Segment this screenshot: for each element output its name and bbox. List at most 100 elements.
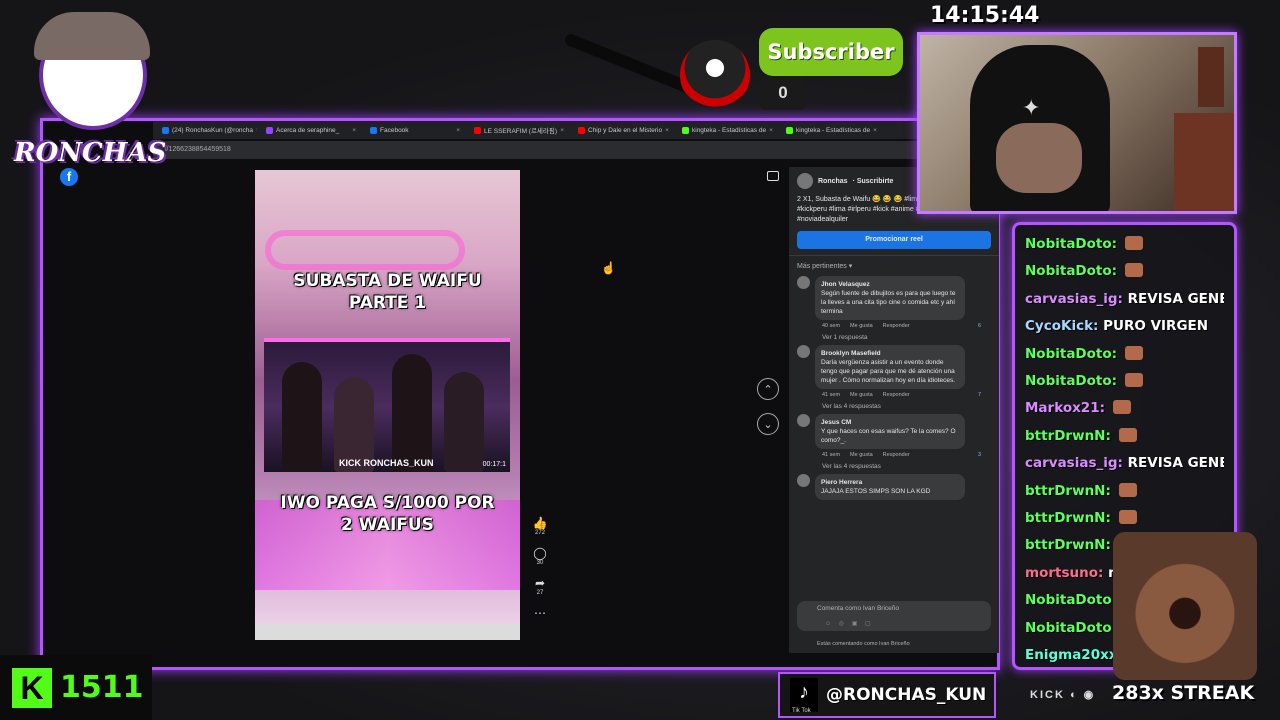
browser-tab[interactable]: LE SSERAFIM (르세라핌) × bbox=[469, 123, 569, 137]
like-button[interactable]: 👍 272 bbox=[533, 516, 548, 536]
chat-username[interactable]: NobitaDoto: bbox=[1025, 620, 1117, 636]
browser-tab[interactable]: kingteka - Estadísticas de × bbox=[677, 123, 777, 137]
share-count: 27 bbox=[536, 590, 544, 596]
streak-counter: 283x STREAK bbox=[1112, 682, 1255, 704]
expand-icon[interactable] bbox=[767, 171, 779, 181]
comment-bubble: Piero Herrera JAJAJA ESTOS SIMPS SON LA K… bbox=[815, 474, 965, 500]
comment-like-link[interactable]: Me gusta bbox=[850, 392, 873, 398]
browser-tab[interactable]: kingteka - Estadísticas de × bbox=[781, 123, 881, 137]
share-button[interactable]: ➦ 27 bbox=[535, 576, 545, 596]
close-tab-icon[interactable]: × bbox=[560, 127, 564, 134]
clock: 14:15:44 bbox=[930, 3, 1040, 28]
tiktok-banner: ♪ Tik Tok @RONCHAS_KUN bbox=[778, 672, 996, 718]
comment-author[interactable]: Jhon Velasquez bbox=[821, 280, 959, 289]
chat-username[interactable]: NobitaDoto: bbox=[1025, 236, 1117, 252]
chat-username[interactable]: bttrDrwnN: bbox=[1025, 510, 1111, 526]
comment-like-link[interactable]: Me gusta bbox=[850, 452, 873, 458]
comment-reply-link[interactable]: Responder bbox=[883, 452, 910, 458]
subscribe-link[interactable]: · Suscribirte bbox=[853, 178, 894, 185]
more-options-icon[interactable]: ⋯ bbox=[534, 606, 546, 620]
url-text: l/1266238854459518 bbox=[165, 146, 231, 153]
chat-emote-icon bbox=[1118, 482, 1137, 497]
avatar[interactable] bbox=[797, 345, 810, 358]
avatar[interactable] bbox=[797, 474, 810, 487]
chat-username[interactable]: Enigma20xx: bbox=[1025, 647, 1123, 663]
chat-username[interactable]: bttrDrwnN: bbox=[1025, 537, 1111, 553]
comment-like-link[interactable]: Me gusta bbox=[850, 323, 873, 329]
chat-username[interactable]: NobitaDoto: bbox=[1025, 373, 1117, 389]
close-tab-icon[interactable]: × bbox=[769, 127, 773, 134]
tab-favicon-icon bbox=[474, 126, 481, 134]
chat-emote-icon bbox=[1118, 510, 1137, 525]
chat-username[interactable]: CycoKick: bbox=[1025, 318, 1098, 334]
avatar[interactable] bbox=[797, 414, 810, 427]
chat-username[interactable]: bttrDrwnN: bbox=[1025, 483, 1111, 499]
chat-message: bttrDrwnN: bbox=[1025, 478, 1224, 505]
comment-row: Brooklyn Masefield Daría vergüenza asisti… bbox=[789, 341, 999, 389]
comment-sort-dropdown[interactable]: Más pertinentes ▾ bbox=[789, 260, 999, 272]
avatar[interactable] bbox=[797, 276, 810, 289]
comment-author[interactable]: Brooklyn Masefield bbox=[821, 349, 959, 358]
comment-meta: 40 sem Me gusta Responder 6 bbox=[789, 320, 999, 329]
brand-name: RONCHAS bbox=[14, 138, 167, 168]
clip-figure bbox=[392, 354, 432, 472]
beanie-logo-icon: ✦ bbox=[1022, 95, 1041, 120]
comment-item: Jhon Velasquez Según fuente de dibujitos … bbox=[789, 272, 999, 341]
chat-username[interactable]: carvasias_ig: bbox=[1025, 455, 1123, 471]
view-replies-link[interactable]: Ver las 4 respuestas bbox=[789, 398, 999, 410]
thumbs-up-icon: 👍 bbox=[532, 516, 548, 530]
chat-username[interactable]: NobitaDoto: bbox=[1025, 263, 1117, 279]
previous-reel-button[interactable]: ⌃ bbox=[757, 378, 779, 400]
chat-username[interactable]: bttrDrwnN: bbox=[1025, 428, 1111, 444]
view-replies-link[interactable]: Ver las 4 respuestas bbox=[789, 458, 999, 470]
chat-username[interactable]: NobitaDoto: bbox=[1025, 346, 1117, 362]
comment-author[interactable]: Jesus CM bbox=[821, 418, 959, 427]
comment-button[interactable]: ◯ 30 bbox=[533, 546, 546, 566]
address-bar[interactable]: l/1266238854459518 ⧉ ☆ bbox=[153, 141, 997, 159]
chat-emote-icon bbox=[1124, 373, 1143, 388]
chat-message: CycoKick: PURO VIRGEN bbox=[1025, 313, 1224, 340]
close-tab-icon[interactable]: × bbox=[873, 127, 877, 134]
chat-username[interactable]: Markox21: bbox=[1025, 400, 1105, 416]
browser-tab[interactable]: Facebook × bbox=[365, 123, 465, 137]
post-author[interactable]: Ronchas bbox=[818, 178, 848, 185]
chat-message: NobitaDoto: bbox=[1025, 231, 1224, 258]
close-tab-icon[interactable]: × bbox=[456, 127, 460, 134]
kick-logo-icon: K bbox=[12, 667, 52, 708]
tab-favicon-icon bbox=[578, 126, 585, 134]
view-replies-link[interactable]: Ver 1 respuesta bbox=[789, 329, 999, 341]
chat-text: PURO VIRGEN bbox=[1103, 318, 1209, 335]
close-tab-icon[interactable]: × bbox=[665, 127, 669, 134]
chat-username[interactable]: NobitaDoto: bbox=[1025, 592, 1117, 608]
comment-time: 40 sem bbox=[822, 323, 841, 329]
browser-tab[interactable]: (24) RonchasKun (@roncha× bbox=[157, 123, 257, 137]
next-reel-button[interactable]: ⌄ bbox=[757, 413, 779, 435]
tab-favicon-icon bbox=[786, 126, 793, 134]
chat-username[interactable]: carvasias_ig: bbox=[1025, 291, 1123, 307]
comment-author[interactable]: Piero Herrera bbox=[821, 478, 959, 487]
reaction-count: 6 bbox=[977, 323, 981, 329]
reel-video[interactable]: SUBASTA DE WAIFU PARTE 1 KICK RONCHAS_KU… bbox=[255, 170, 520, 640]
chat-text: REVISA GENER bbox=[1127, 290, 1224, 307]
reel-progress-bar[interactable] bbox=[255, 624, 520, 640]
comment-reply-link[interactable]: Responder bbox=[883, 392, 910, 398]
comment-row: Jesus CM Y que haces con esas waifus? Te … bbox=[789, 410, 999, 449]
chat-message: carvasias_ig: REVISA GENER bbox=[1025, 286, 1224, 313]
tiktok-label: Tik Tok bbox=[792, 708, 811, 714]
avatar[interactable] bbox=[797, 173, 813, 189]
close-tab-icon[interactable]: × bbox=[256, 127, 257, 134]
comment-tools-icons[interactable]: ☺ ◎ ▣ ▢ bbox=[825, 620, 874, 627]
comment-count: 30 bbox=[536, 560, 544, 566]
tab-label: kingteka - Estadísticas de bbox=[796, 126, 871, 134]
comment-row: Jhon Velasquez Según fuente de dibujitos … bbox=[789, 272, 999, 320]
chat-username[interactable]: mortsuno: bbox=[1025, 565, 1103, 581]
browser-tab[interactable]: Chip y Dale en el Misterio × bbox=[573, 123, 673, 137]
comment-reply-link[interactable]: Responder bbox=[883, 323, 910, 329]
browser-tab[interactable]: Acerca de seraphine_ × bbox=[261, 123, 361, 137]
reel-actions: 👍 272 ◯ 30 ➦ 27 ⋯ bbox=[529, 516, 551, 620]
comment-item: Piero Herrera JAJAJA ESTOS SIMPS SON LA K… bbox=[789, 470, 999, 500]
promote-reel-button[interactable]: Promocionar reel bbox=[797, 231, 991, 249]
close-tab-icon[interactable]: × bbox=[352, 127, 356, 134]
comment-input[interactable]: Comenta como Ivan Briceño ☺ ◎ ▣ ▢ bbox=[797, 601, 991, 631]
webcam-door bbox=[1198, 47, 1224, 107]
